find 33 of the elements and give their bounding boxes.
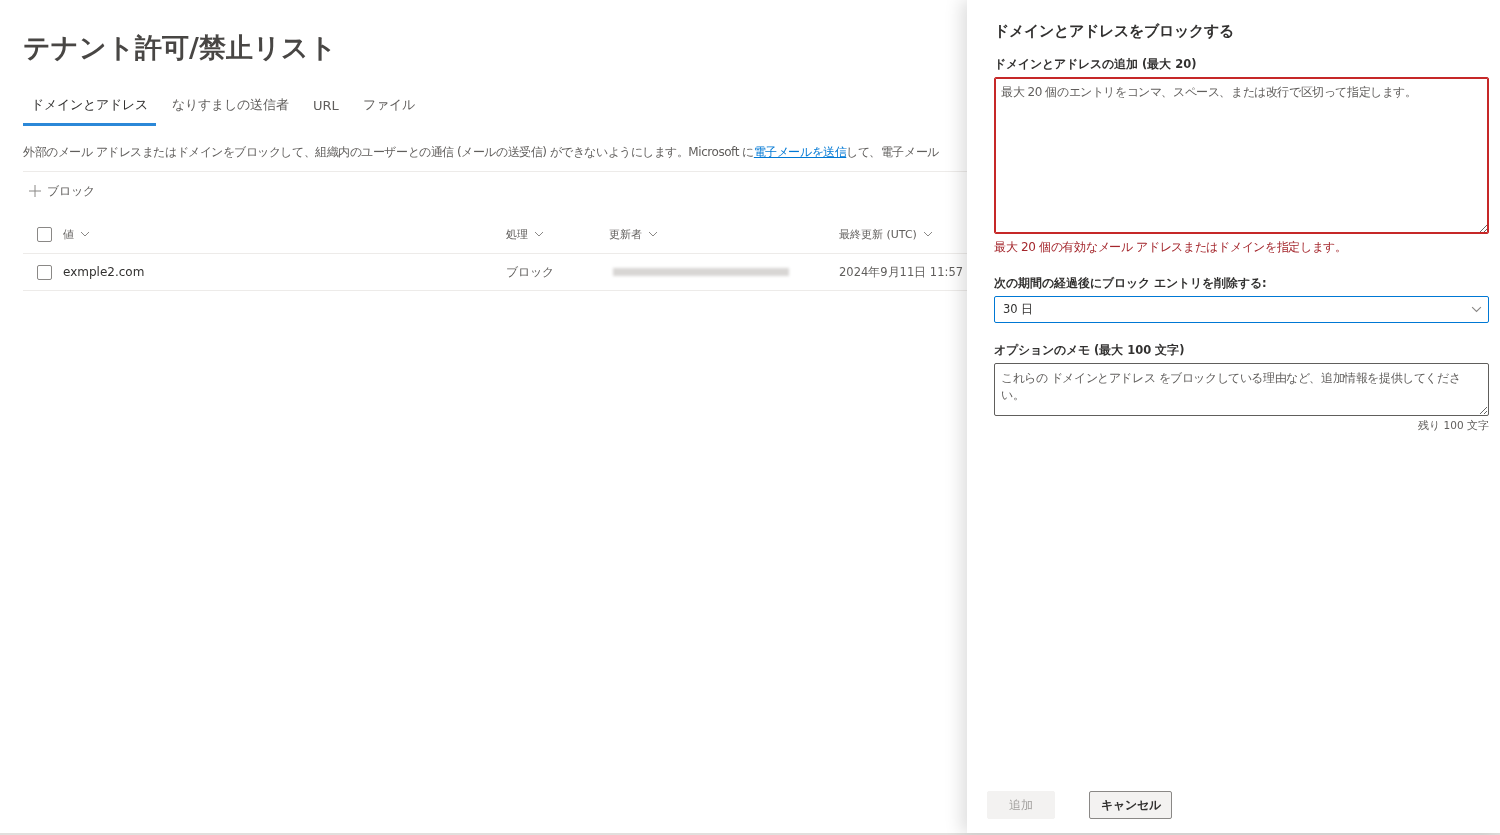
column-header[interactable]: 処理 — [506, 226, 528, 242]
entries-input-field[interactable]: 最大 20 個のエントリをコンマ、スペース、または改行で区切って指定します。 — [994, 77, 1489, 234]
column-header[interactable]: 値 — [63, 226, 74, 242]
error-message: 最大 20 個の有効なメール アドレスまたはドメインを指定します。 — [994, 239, 1348, 256]
column-header[interactable]: 更新者 — [609, 226, 642, 242]
field-label: 次の期間の経過後にブロック エントリを削除する: — [994, 276, 1268, 291]
chevron-down-icon — [1471, 306, 1482, 313]
field-label: ドメインとアドレスの追加 (最大 20) — [994, 57, 1198, 72]
plus-icon — [29, 185, 41, 197]
row-checkbox[interactable] — [37, 264, 52, 280]
cancel-button[interactable]: キャンセル — [1089, 791, 1172, 819]
description-text: 外部のメール アドレスまたはドメインをブロックして、組織内のユーザーとの通信 (メールの送受信) ができないようにします。Microsoft に電子メールを送信して、電子メール — [23, 136, 967, 172]
send-email-link[interactable]: 電子メールを送信 — [753, 145, 847, 159]
table-cell: 2024年9月11日 11:57 — [839, 264, 963, 280]
character-counter: 残り 100 文字 — [1417, 419, 1489, 433]
select-all-checkbox[interactable] — [37, 226, 52, 242]
block-button[interactable]: ブロック — [29, 182, 95, 200]
tab[interactable]: なりすましの送信者 — [164, 90, 297, 126]
chevron-down-icon — [648, 231, 658, 237]
tab[interactable]: URL — [305, 90, 347, 126]
note-input-field[interactable]: これらの ドメインとアドレス をブロックしている理由など、追加情報を提供してください。 — [994, 363, 1489, 416]
chevron-down-icon — [922, 231, 933, 237]
column-header[interactable]: 最終更新 (UTC) — [839, 226, 917, 242]
tab[interactable]: ファイル — [354, 90, 423, 126]
panel-title: ドメインとアドレスをブロックする — [994, 22, 1235, 41]
table-cell: ブロック — [506, 264, 554, 280]
field-label: オプションのメモ (最大 100 文字) — [994, 343, 1186, 358]
tab[interactable]: ドメインとアドレス — [23, 90, 156, 126]
table-cell: exmple2.com — [63, 265, 145, 279]
chevron-down-icon — [534, 231, 544, 237]
chevron-down-icon — [80, 231, 90, 237]
page-title: テナント許可/禁止リスト — [23, 31, 337, 65]
expiry-dropdown[interactable]: 30 日 — [994, 296, 1489, 323]
